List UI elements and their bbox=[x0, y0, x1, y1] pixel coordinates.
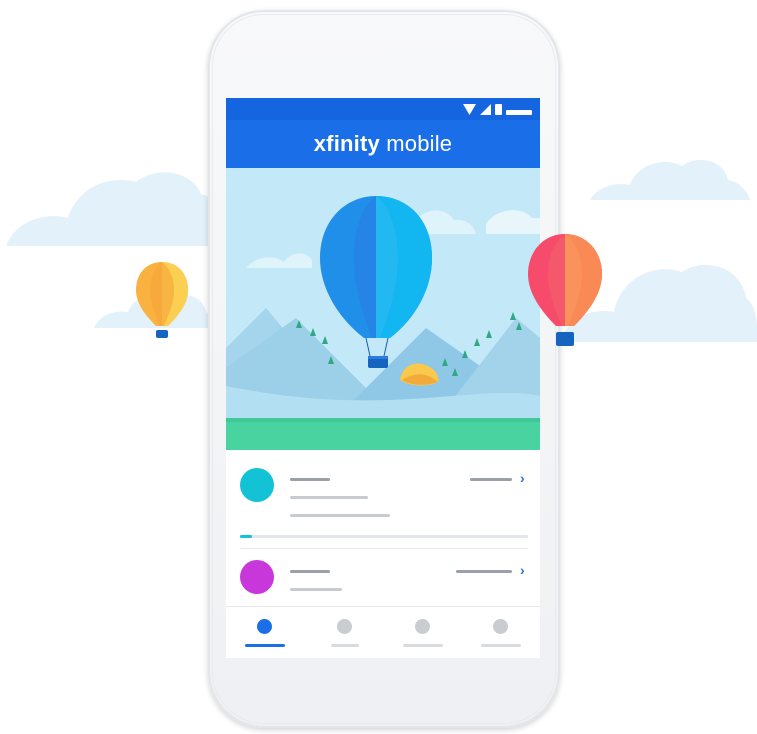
line-value-placeholder bbox=[456, 570, 512, 573]
bottom-navigation bbox=[226, 606, 540, 658]
brand-logo: xfinity mobile bbox=[314, 131, 453, 157]
app-header: xfinity mobile bbox=[226, 120, 540, 168]
line-value-placeholder bbox=[470, 478, 512, 481]
brand-part-1: xfinity bbox=[313, 131, 380, 156]
line-subtitle-placeholder bbox=[290, 588, 342, 591]
nav-dot-icon bbox=[415, 619, 430, 634]
status-bar bbox=[226, 98, 540, 120]
signal-icon bbox=[480, 102, 491, 120]
nav-active-indicator bbox=[245, 644, 285, 647]
nav-label-placeholder bbox=[403, 644, 443, 647]
nav-dot-icon bbox=[257, 619, 272, 634]
usage-bar-track bbox=[240, 535, 528, 538]
line-detail-placeholder bbox=[290, 514, 390, 517]
row-divider bbox=[240, 548, 528, 549]
nav-item-4[interactable] bbox=[462, 607, 540, 658]
battery-icon bbox=[495, 102, 502, 120]
wifi-icon bbox=[463, 102, 476, 120]
nav-label-placeholder bbox=[331, 644, 359, 647]
hero-illustration bbox=[226, 168, 540, 450]
line-title-placeholder bbox=[290, 570, 330, 573]
phone-screen: xfinity mobile › › bbox=[226, 98, 540, 658]
avatar bbox=[240, 560, 274, 594]
balloon-red-illustration bbox=[526, 232, 604, 350]
menu-bar-icon bbox=[506, 102, 532, 120]
nav-label-placeholder bbox=[481, 644, 521, 647]
line-title-placeholder bbox=[290, 478, 330, 481]
account-row[interactable]: › bbox=[226, 554, 540, 606]
avatar bbox=[240, 468, 274, 502]
chevron-right-icon[interactable]: › bbox=[520, 470, 525, 486]
nav-item-2[interactable] bbox=[306, 607, 384, 658]
nav-dot-icon bbox=[493, 619, 508, 634]
nav-dot-icon bbox=[337, 619, 352, 634]
account-row[interactable]: › bbox=[226, 458, 540, 550]
brand-part-2: mobile bbox=[386, 131, 453, 156]
chevron-right-icon[interactable]: › bbox=[520, 562, 525, 578]
nav-item-3[interactable] bbox=[384, 607, 462, 658]
nav-item-1[interactable] bbox=[226, 607, 304, 658]
line-subtitle-placeholder bbox=[290, 496, 368, 499]
usage-bar-fill bbox=[240, 535, 252, 538]
cloud-left bbox=[6, 160, 221, 250]
balloon-yellow-illustration bbox=[134, 260, 190, 342]
cloud-right-top bbox=[590, 152, 750, 202]
